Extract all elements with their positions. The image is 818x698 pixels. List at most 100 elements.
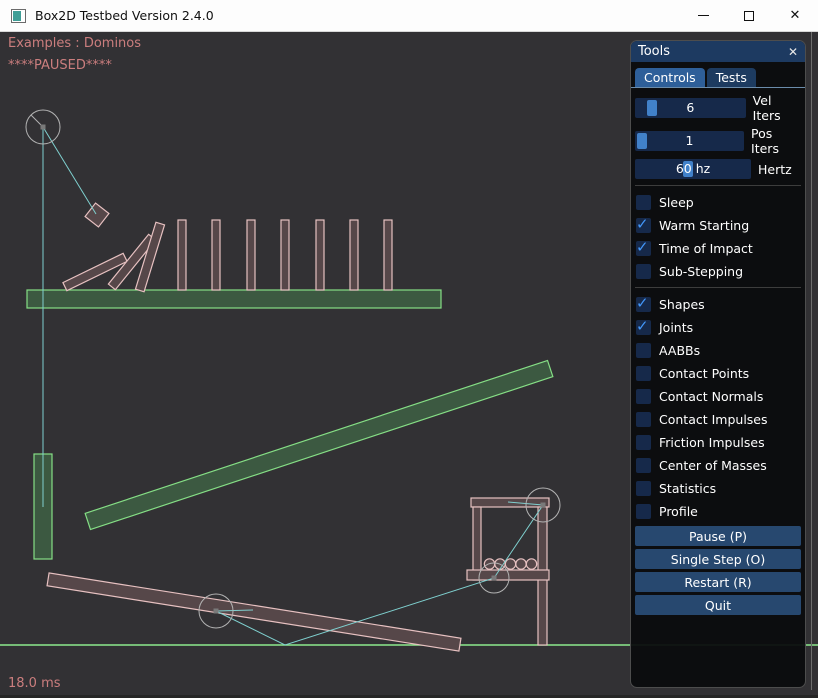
domino-platform-beam bbox=[27, 290, 441, 308]
tools-panel: Tools ✕ Controls Tests 6 Vel Iters 1 Pos It… bbox=[630, 40, 806, 688]
standing-domino bbox=[281, 220, 289, 290]
checkbox-box[interactable] bbox=[636, 458, 651, 473]
checkbox-box[interactable] bbox=[636, 366, 651, 381]
slider-value: 6 bbox=[635, 100, 746, 115]
button-single-step-o[interactable]: Single Step (O) bbox=[635, 549, 801, 569]
checkbox-profile[interactable]: Profile bbox=[635, 501, 801, 521]
checkbox-label: Shapes bbox=[659, 297, 705, 312]
checkbox-label: Sleep bbox=[659, 195, 694, 210]
pendulum-trigger-box bbox=[85, 203, 109, 227]
slider-hertz[interactable]: 60 hz bbox=[635, 159, 751, 179]
slider-label: Pos Iters bbox=[751, 126, 801, 156]
checkbox-warm-starting[interactable]: ✓ Warm Starting bbox=[635, 215, 801, 235]
slider-rows: 6 Vel Iters 1 Pos Iters60 hz Hertz bbox=[635, 93, 801, 179]
checkbox-box[interactable]: ✓ bbox=[636, 297, 651, 312]
window-title: Box2D Testbed Version 2.4.0 bbox=[35, 8, 214, 23]
tools-body: 6 Vel Iters 1 Pos Iters60 hz Hertz Sleep ✓ War… bbox=[631, 88, 805, 615]
checkbox-sleep[interactable]: Sleep bbox=[635, 192, 801, 212]
checkbox-contact-normals[interactable]: Contact Normals bbox=[635, 386, 801, 406]
checkbox-label: Contact Impulses bbox=[659, 412, 768, 427]
checkbox-box[interactable] bbox=[636, 389, 651, 404]
slider-label: Hertz bbox=[758, 162, 792, 177]
joint-anchor-square bbox=[214, 609, 219, 614]
standing-domino bbox=[178, 220, 186, 290]
button-pause-p[interactable]: Pause (P) bbox=[635, 526, 801, 546]
checkbox-box[interactable] bbox=[636, 504, 651, 519]
checkbox-center-of-masses[interactable]: Center of Masses bbox=[635, 455, 801, 475]
checkbox-box[interactable] bbox=[636, 435, 651, 450]
standing-domino bbox=[212, 220, 220, 290]
checkbox-label: Contact Points bbox=[659, 366, 749, 381]
button-restart-r[interactable]: Restart (R) bbox=[635, 572, 801, 592]
seesaw-plank bbox=[47, 573, 461, 651]
checkbox-label: Statistics bbox=[659, 481, 716, 496]
checkbox-joints[interactable]: ✓Joints bbox=[635, 317, 801, 337]
checkbox-box[interactable]: ✓ bbox=[636, 218, 651, 233]
checkbox-sub-stepping[interactable]: Sub-Stepping bbox=[635, 261, 801, 281]
slider-pos-iters[interactable]: 1 bbox=[635, 131, 744, 151]
tab-tests[interactable]: Tests bbox=[707, 68, 756, 87]
separator bbox=[635, 185, 801, 186]
joint-anchor-square bbox=[541, 503, 546, 508]
checkbox-box[interactable]: ✓ bbox=[636, 241, 651, 256]
metal-ball bbox=[516, 559, 526, 569]
checkbox-box[interactable] bbox=[636, 264, 651, 279]
joint-anchor-square bbox=[492, 576, 497, 581]
check-icon: ✓ bbox=[636, 317, 649, 335]
box2d-app-icon bbox=[11, 9, 26, 23]
metal-ball bbox=[526, 559, 536, 569]
checkbox-box[interactable] bbox=[636, 195, 651, 210]
checkbox-box[interactable]: ✓ bbox=[636, 320, 651, 335]
standing-domino bbox=[384, 220, 392, 290]
checkbox-time-of-impact[interactable]: ✓Time of Impact bbox=[635, 238, 801, 258]
checkbox-box[interactable] bbox=[636, 343, 651, 358]
paused-label: ****PAUSED**** bbox=[8, 58, 112, 73]
joint-anchor-square bbox=[41, 125, 46, 130]
checkbox-statistics[interactable]: Statistics bbox=[635, 478, 801, 498]
tools-close-icon[interactable]: ✕ bbox=[788, 45, 798, 59]
tools-panel-titlebar[interactable]: Tools ✕ bbox=[631, 41, 805, 62]
stand-left-post bbox=[473, 507, 481, 580]
minimize-button[interactable] bbox=[680, 0, 726, 32]
checkbox-label: Contact Normals bbox=[659, 389, 763, 404]
slider-value: 1 bbox=[635, 133, 744, 148]
example-label: Examples : Dominos bbox=[8, 36, 141, 51]
checkbox-box[interactable] bbox=[636, 412, 651, 427]
checkbox-contact-points[interactable]: Contact Points bbox=[635, 363, 801, 383]
checkbox-contact-impulses[interactable]: Contact Impulses bbox=[635, 409, 801, 429]
slider-value: 60 hz bbox=[635, 161, 751, 176]
maximize-button[interactable] bbox=[726, 0, 772, 32]
standing-domino bbox=[316, 220, 324, 290]
tab-controls[interactable]: Controls bbox=[635, 68, 705, 87]
action-buttons: Pause (P) Single Step (O) Restart (R) Quit bbox=[635, 526, 801, 615]
draw-checkboxes: ✓ Shapes ✓Joints AABBs Contact Points Contact… bbox=[635, 294, 801, 521]
checkbox-box[interactable] bbox=[636, 481, 651, 496]
checkbox-label: Center of Masses bbox=[659, 458, 767, 473]
checkbox-aabbs[interactable]: AABBs bbox=[635, 340, 801, 360]
os-titlebar[interactable]: Box2D Testbed Version 2.4.0 ✕ bbox=[0, 0, 818, 32]
solver-checkboxes: Sleep ✓ Warm Starting ✓Time of Impact Sub-St… bbox=[635, 192, 801, 281]
simulation-viewport[interactable]: Examples : Dominos ****PAUSED**** 18.0 m… bbox=[0, 32, 818, 698]
frame-time-label: 18.0 ms bbox=[8, 676, 61, 691]
tools-panel-title: Tools bbox=[638, 44, 670, 59]
standing-domino bbox=[247, 220, 255, 290]
slider-row: 6 Vel Iters bbox=[635, 93, 801, 123]
checkbox-friction-impulses[interactable]: Friction Impulses bbox=[635, 432, 801, 452]
checkbox-label: Friction Impulses bbox=[659, 435, 765, 450]
slider-label: Vel Iters bbox=[753, 93, 801, 123]
tools-tabs: Controls Tests bbox=[631, 62, 805, 88]
joint-line bbox=[43, 127, 96, 214]
slider-row: 60 hz Hertz bbox=[635, 159, 801, 179]
check-icon: ✓ bbox=[636, 294, 649, 312]
checkbox-label: Warm Starting bbox=[659, 218, 749, 233]
check-icon: ✓ bbox=[636, 215, 649, 233]
window-frame-edge bbox=[811, 32, 812, 690]
check-icon: ✓ bbox=[636, 238, 649, 256]
close-icon: ✕ bbox=[790, 9, 801, 22]
maximize-icon bbox=[744, 11, 754, 21]
slider-vel-iters[interactable]: 6 bbox=[635, 98, 746, 118]
close-button[interactable]: ✕ bbox=[772, 0, 818, 32]
button-quit[interactable]: Quit bbox=[635, 595, 801, 615]
checkbox-shapes[interactable]: ✓ Shapes bbox=[635, 294, 801, 314]
slider-row: 1 Pos Iters bbox=[635, 126, 801, 156]
